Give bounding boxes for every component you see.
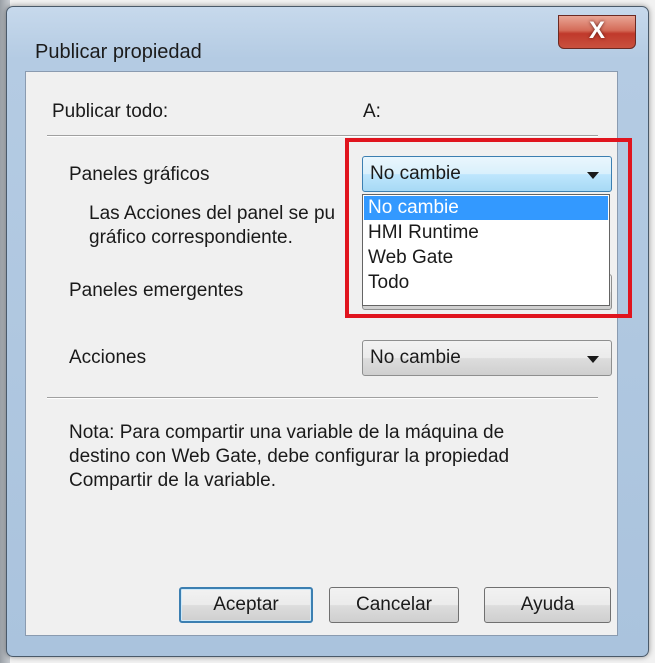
acciones-label: Acciones bbox=[69, 347, 147, 368]
cancelar-button[interactable]: Cancelar bbox=[329, 587, 459, 623]
header-divider bbox=[47, 135, 598, 137]
paneles-description: Las Acciones del panel se pu gráfico cor… bbox=[89, 203, 336, 248]
close-icon: X bbox=[588, 17, 605, 44]
ayuda-button[interactable]: Ayuda bbox=[484, 587, 611, 623]
note-text: Nota: Para compartir una variable de la … bbox=[69, 422, 510, 491]
chevron-down-icon bbox=[587, 356, 599, 363]
window-title: Publicar propiedad bbox=[35, 41, 202, 63]
paneles-graficos-label: Paneles gráficos bbox=[69, 164, 210, 185]
paneles-emergentes-label: Paneles emergentes bbox=[69, 280, 244, 301]
highlight-box bbox=[345, 138, 632, 318]
note-divider bbox=[47, 397, 598, 399]
title-bar[interactable]: Publicar propiedad X bbox=[7, 7, 648, 77]
publish-all-label: Publicar todo: bbox=[52, 101, 169, 122]
acciones-select[interactable]: No cambie bbox=[362, 340, 612, 376]
aceptar-button[interactable]: Aceptar bbox=[179, 587, 313, 623]
acciones-value: No cambie bbox=[370, 347, 461, 368]
close-button[interactable]: X bbox=[558, 15, 636, 49]
target-label: A: bbox=[363, 101, 381, 122]
